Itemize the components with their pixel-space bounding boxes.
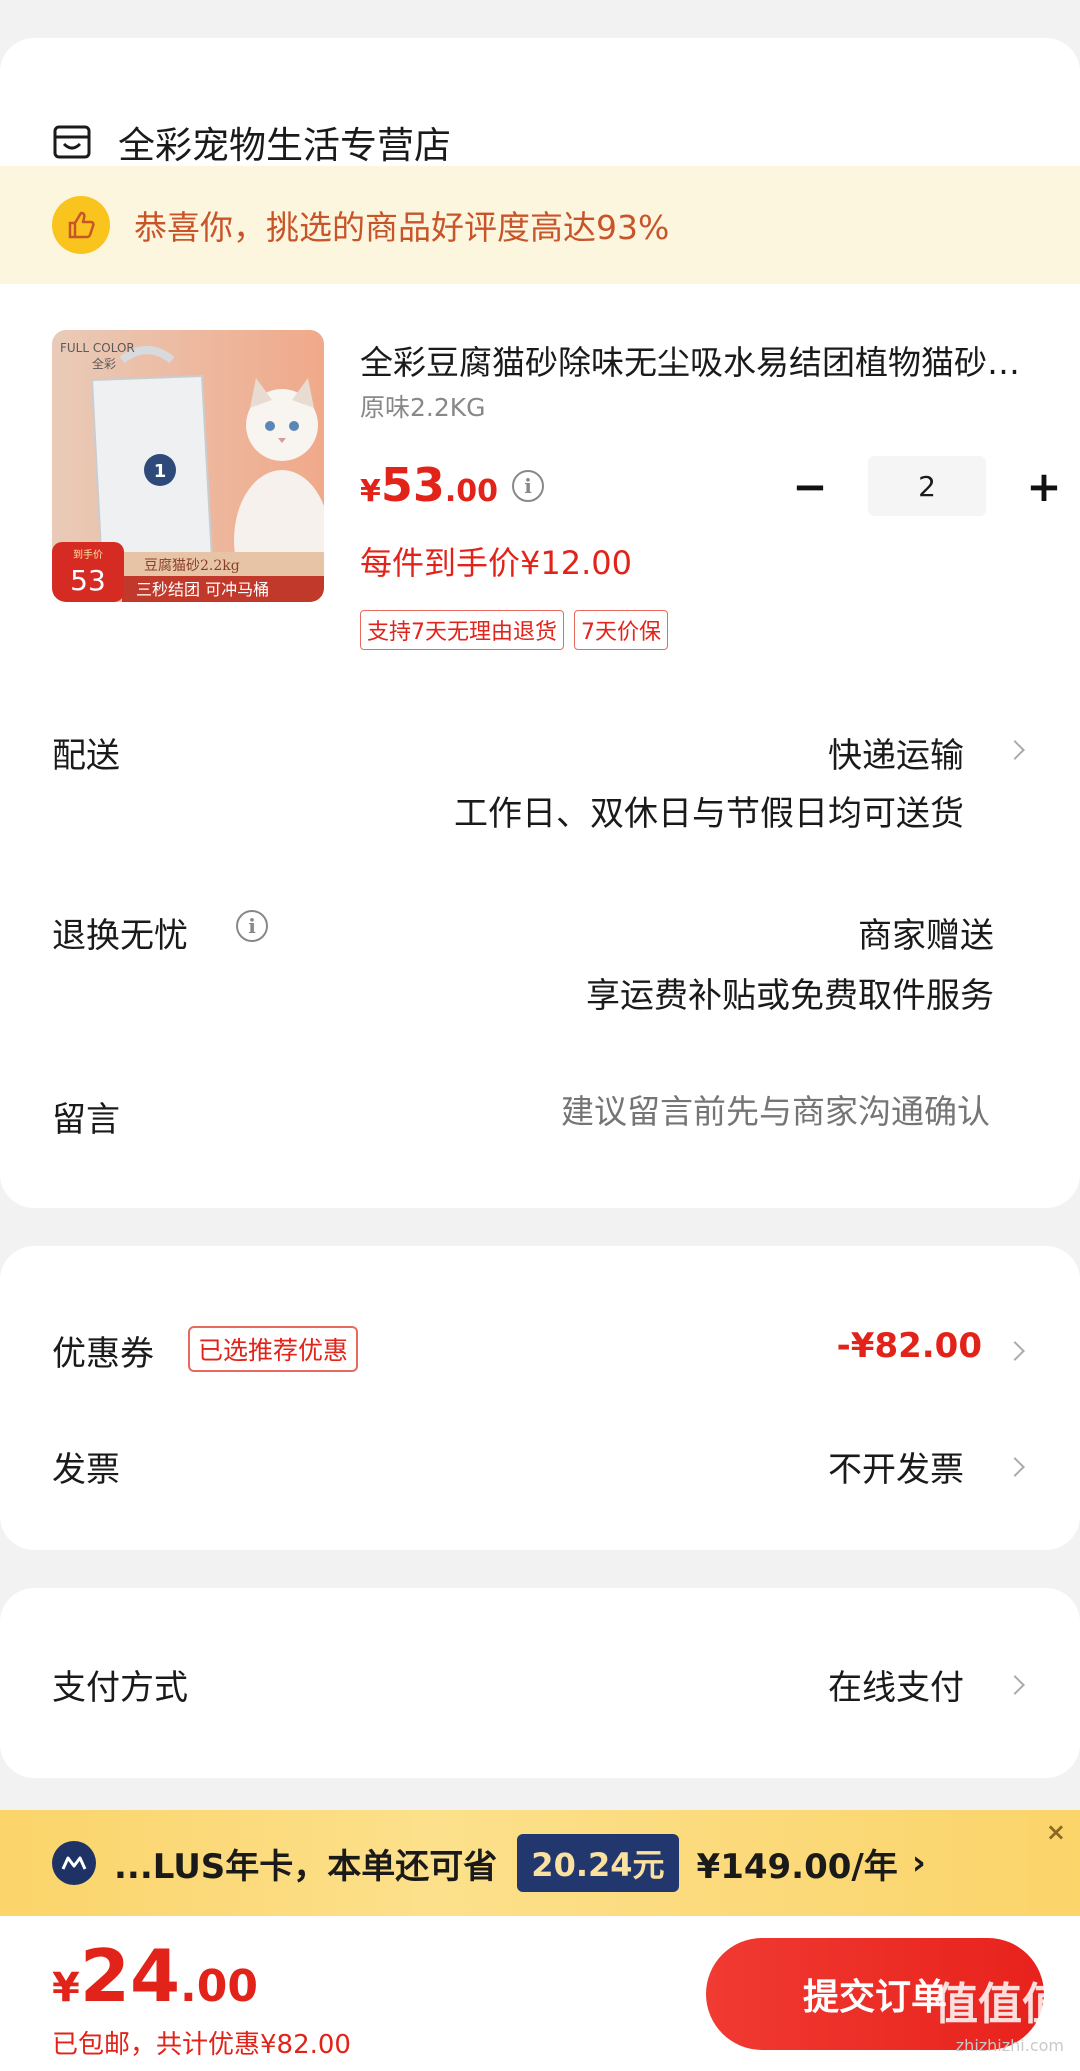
- invoice-chevron-icon[interactable]: [1005, 1457, 1025, 1477]
- returns-value: 商家赠送: [858, 916, 994, 956]
- delivery-label: 配送: [52, 736, 120, 776]
- vip-logo-icon: [52, 1841, 96, 1885]
- message-input[interactable]: [430, 1092, 990, 1131]
- vip-text: ...LUS年卡，本单还可省: [114, 1846, 498, 1887]
- watermark: 值值值: [934, 1979, 1066, 2030]
- vip-save-badge: 20.24元: [517, 1834, 679, 1892]
- brand-text: FULL COLOR: [60, 341, 135, 355]
- product-spec[interactable]: 原味2.2KG: [360, 388, 486, 424]
- product-price: ¥53.00: [360, 458, 498, 512]
- svg-text:53: 53: [70, 564, 106, 597]
- svg-text:三秒结团 可冲马桶: 三秒结团 可冲马桶: [136, 580, 269, 599]
- payment-value[interactable]: 在线支付: [828, 1660, 964, 1709]
- coupon-chevron-icon[interactable]: [1005, 1341, 1025, 1361]
- praise-banner: 恭喜你，挑选的商品好评度高达93%: [0, 166, 1080, 284]
- svg-text:到手价: 到手价: [73, 548, 103, 561]
- discount-card: 优惠券 已选推荐优惠 -¥82.00 发票 不开发票: [0, 1246, 1080, 1550]
- payment-card: 支付方式 在线支付: [0, 1588, 1080, 1778]
- service-tags: 支持7天无理由退货 7天价保: [360, 610, 668, 650]
- watermark-url: zhizhizhi.com: [955, 2036, 1064, 2055]
- increase-button[interactable]: +: [1014, 462, 1074, 511]
- banner-text: 恭喜你，挑选的商品好评度高达93%: [134, 208, 670, 247]
- coupon-badge: 已选推荐优惠: [188, 1326, 359, 1372]
- payment-label: 支付方式: [52, 1668, 188, 1708]
- decrease-button[interactable]: −: [780, 462, 840, 511]
- order-main-card: 全彩宠物生活专营店 恭喜你，挑选的商品好评度高达93% 1 FULL COLOR…: [0, 38, 1080, 1208]
- invoice-value[interactable]: 不开发票: [828, 1442, 964, 1491]
- product-title[interactable]: 全彩豆腐猫砂除味无尘吸水易结团植物猫砂豆腐砂: [360, 336, 1024, 384]
- tag-return-7days: 支持7天无理由退货: [360, 610, 564, 650]
- quantity-stepper: − 2 +: [780, 456, 1074, 516]
- payment-chevron-icon[interactable]: [1005, 1675, 1025, 1695]
- total-decimal: .00: [180, 1961, 258, 2012]
- coupon-label: 优惠券: [52, 1334, 154, 1374]
- product-image[interactable]: 1 FULL COLOR 全彩 豆腐猫砂2.2kg 三秒结团 可冲马桶 到手价 …: [52, 330, 324, 602]
- close-icon[interactable]: ×: [1046, 1818, 1066, 1846]
- vip-promo-bar[interactable]: ...LUS年卡，本单还可省 20.24元 ¥149.00/年 › ×: [0, 1810, 1080, 1916]
- price-decimal: .00: [444, 474, 499, 509]
- invoice-label: 发票: [52, 1450, 120, 1490]
- price-info-icon[interactable]: i: [512, 470, 544, 502]
- returns-label: 退换无忧: [52, 916, 188, 956]
- coupon-value[interactable]: -¥82.00: [837, 1326, 982, 1366]
- delivery-method[interactable]: 快递运输: [828, 728, 964, 777]
- vip-price: ¥149.00/年: [696, 1846, 898, 1887]
- total-currency: ¥: [52, 1965, 80, 2011]
- total-subtext: 已包邮，共计优惠¥82.00: [52, 2030, 351, 2060]
- per-item-price: 每件到手价¥12.00: [360, 544, 632, 582]
- store-icon: [53, 125, 91, 159]
- returns-info-icon[interactable]: i: [236, 910, 268, 942]
- total-integer: 24: [79, 1934, 181, 2018]
- delivery-desc: 工作日、双休日与节假日均可送货: [454, 794, 964, 834]
- quantity-value[interactable]: 2: [868, 456, 986, 516]
- delivery-chevron-icon[interactable]: [1005, 740, 1025, 760]
- thumbs-up-icon: [52, 196, 110, 254]
- svg-text:豆腐猫砂2.2kg: 豆腐猫砂2.2kg: [144, 557, 240, 574]
- tag-price-protect: 7天价保: [574, 610, 668, 650]
- checkout-bar: ¥24.00 已包邮，共计优惠¥82.00 提交订单 值值值 zhizhizhi…: [0, 1916, 1080, 2071]
- svg-text:全彩: 全彩: [92, 356, 116, 371]
- message-label: 留言: [52, 1100, 120, 1140]
- price-currency: ¥: [360, 474, 381, 509]
- svg-text:1: 1: [154, 461, 167, 482]
- total-price: ¥24.00: [52, 1934, 258, 2018]
- vip-arrow-icon[interactable]: ›: [912, 1843, 926, 1883]
- price-integer: 53: [380, 458, 445, 512]
- returns-desc: 享运费补贴或免费取件服务: [586, 976, 994, 1016]
- store-name[interactable]: 全彩宠物生活专营店: [118, 115, 451, 169]
